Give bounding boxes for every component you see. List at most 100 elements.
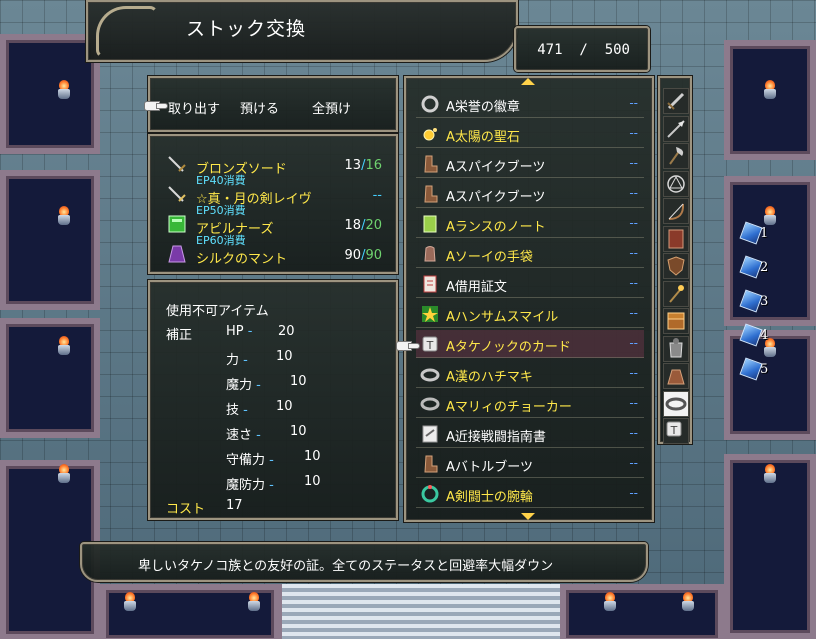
item-name: Aバトルブーツ — [446, 460, 534, 475]
stat-label: 魔力 - — [226, 378, 261, 393]
skill-max: 16 — [365, 158, 382, 173]
bow-icon[interactable] — [663, 198, 689, 224]
stat-name: 力 — [226, 353, 240, 368]
item-name: Aソーイの手袋 — [446, 250, 533, 265]
item-row[interactable]: A剣闘士の腕輪 -- — [416, 480, 644, 508]
deposit-command[interactable]: 預ける — [240, 98, 279, 117]
item-row[interactable]: A漢のハチマキ -- — [416, 360, 644, 388]
shield-icon[interactable] — [663, 253, 689, 279]
item-row[interactable]: Aスパイクブーツ -- — [416, 150, 644, 178]
spear-icon[interactable] — [663, 115, 689, 142]
armor-icon[interactable] — [663, 335, 689, 362]
map-room — [0, 318, 100, 438]
accessory-icon[interactable] — [663, 390, 689, 417]
item-quantity: -- — [629, 306, 638, 320]
scroll-up-arrow-icon[interactable] — [521, 78, 535, 85]
item-row[interactable]: A借用証文 -- — [416, 270, 644, 298]
book-icon — [168, 215, 186, 233]
chest-icon[interactable] — [663, 308, 689, 334]
skill-current: -- — [372, 188, 382, 203]
card-icon[interactable]: T — [663, 418, 689, 444]
stat-label: 守備力 - — [226, 453, 274, 468]
manual-icon — [420, 424, 440, 444]
category-tab-window: T — [658, 76, 692, 444]
item-name: A太陽の聖石 — [446, 130, 520, 145]
stat-name: 技 — [226, 403, 240, 418]
item-name: Aランスのノート — [446, 220, 546, 235]
item-name: Aタケノックのカード — [446, 340, 571, 355]
command-window: 取り出す 預ける 全預け — [144, 76, 398, 132]
stat-name: 魔力 — [226, 378, 253, 393]
stat-value: 10 — [304, 449, 321, 464]
glove-icon — [420, 244, 440, 264]
item-row[interactable]: Aソーイの手袋 -- — [416, 240, 644, 268]
smile-icon — [420, 304, 440, 324]
help-window: 卑しいタケノコ族との友好の証。全てのステータスと回避率大幅ダウン — [80, 542, 648, 582]
cloak-icon — [168, 245, 186, 263]
map-room — [560, 584, 724, 639]
item-quantity: -- — [629, 486, 638, 500]
brazier-icon — [762, 464, 778, 484]
item-row[interactable]: Aバトルブーツ -- — [416, 450, 644, 478]
skill-row[interactable]: アビルナーズ EP60消費 18/20 — [164, 210, 388, 247]
stat-value: 10 — [290, 374, 307, 389]
item-row[interactable]: T Aタケノックのカード -- — [416, 330, 644, 358]
map-label: 5 — [760, 362, 769, 377]
svg-text:T: T — [426, 339, 434, 352]
item-name: Aハンサムスマイル — [446, 310, 559, 325]
skill-current: 13 — [344, 158, 362, 173]
cost-label: コスト — [166, 502, 206, 517]
item-row[interactable]: Aマリィのチョーカー -- — [416, 390, 644, 418]
brazier-icon — [762, 80, 778, 100]
brazier-icon — [56, 206, 72, 226]
item-row[interactable]: Aハンサムスマイル -- — [416, 300, 644, 328]
skill-progress: -- — [373, 188, 382, 203]
skill-current: 90 — [344, 248, 362, 263]
usability-label: 使用不可アイテム — [166, 304, 269, 319]
stat-value: 10 — [304, 474, 321, 489]
tome-icon[interactable] — [663, 225, 689, 252]
axe-icon[interactable] — [663, 143, 689, 169]
item-row[interactable]: A太陽の聖石 -- — [416, 120, 644, 148]
item-quantity: -- — [629, 426, 638, 440]
item-quantity: -- — [629, 96, 638, 110]
item-row[interactable]: Aランスのノート -- — [416, 210, 644, 238]
item-description: 卑しいタケノコ族との友好の証。全てのステータスと回避率大幅ダウン — [138, 559, 554, 574]
badge-icon — [420, 94, 440, 114]
bag-icon[interactable] — [663, 363, 689, 389]
item-list-window: A栄誉の徽章 -- A太陽の聖石 -- Aスパイクブーツ -- Aスパイクブーツ -- Aランス… — [404, 76, 654, 522]
withdraw-command[interactable]: 取り出す — [168, 98, 220, 117]
deposit-all-command[interactable]: 全預け — [312, 98, 351, 117]
skill-progress: 90/90 — [344, 248, 382, 263]
stat-value: 10 — [276, 399, 293, 414]
item-quantity: -- — [629, 246, 638, 260]
skill-max: 90 — [365, 248, 382, 263]
item-name: Aマリィのチョーカー — [446, 400, 572, 415]
brazier-icon — [56, 336, 72, 356]
skill-row[interactable]: ブロンズソード EP40消費 13/16 — [164, 150, 388, 187]
item-name: A近接戦闘指南書 — [446, 430, 546, 445]
skill-row[interactable]: シルクのマント 90/90 — [164, 240, 388, 270]
item-quantity: -- — [629, 336, 638, 350]
skill-row[interactable]: ☆真・月の剣レイヴ EP50消費 -- — [164, 180, 388, 217]
sword-icon[interactable] — [663, 88, 689, 114]
card-icon: T — [420, 334, 440, 354]
scroll-ornament-icon — [96, 6, 158, 58]
map-stairs — [276, 584, 566, 639]
sunstone-icon — [420, 124, 440, 144]
item-row[interactable]: A近接戦闘指南書 -- — [416, 420, 644, 448]
map-label: 3 — [760, 294, 769, 309]
scroll-down-arrow-icon[interactable] — [521, 513, 535, 520]
sword-icon — [168, 156, 186, 172]
magic-circle-icon[interactable] — [663, 170, 689, 197]
stat-label: 技 - — [226, 403, 248, 418]
item-row[interactable]: Aスパイクブーツ -- — [416, 180, 644, 208]
boots-icon — [420, 154, 440, 174]
pointing-hand-icon — [396, 338, 420, 352]
item-row[interactable]: A栄誉の徽章 -- — [416, 90, 644, 118]
item-quantity: -- — [629, 126, 638, 140]
item-quantity: -- — [629, 396, 638, 410]
staff-icon[interactable] — [663, 280, 689, 307]
choker-icon — [420, 394, 440, 414]
item-quantity: -- — [629, 156, 638, 170]
